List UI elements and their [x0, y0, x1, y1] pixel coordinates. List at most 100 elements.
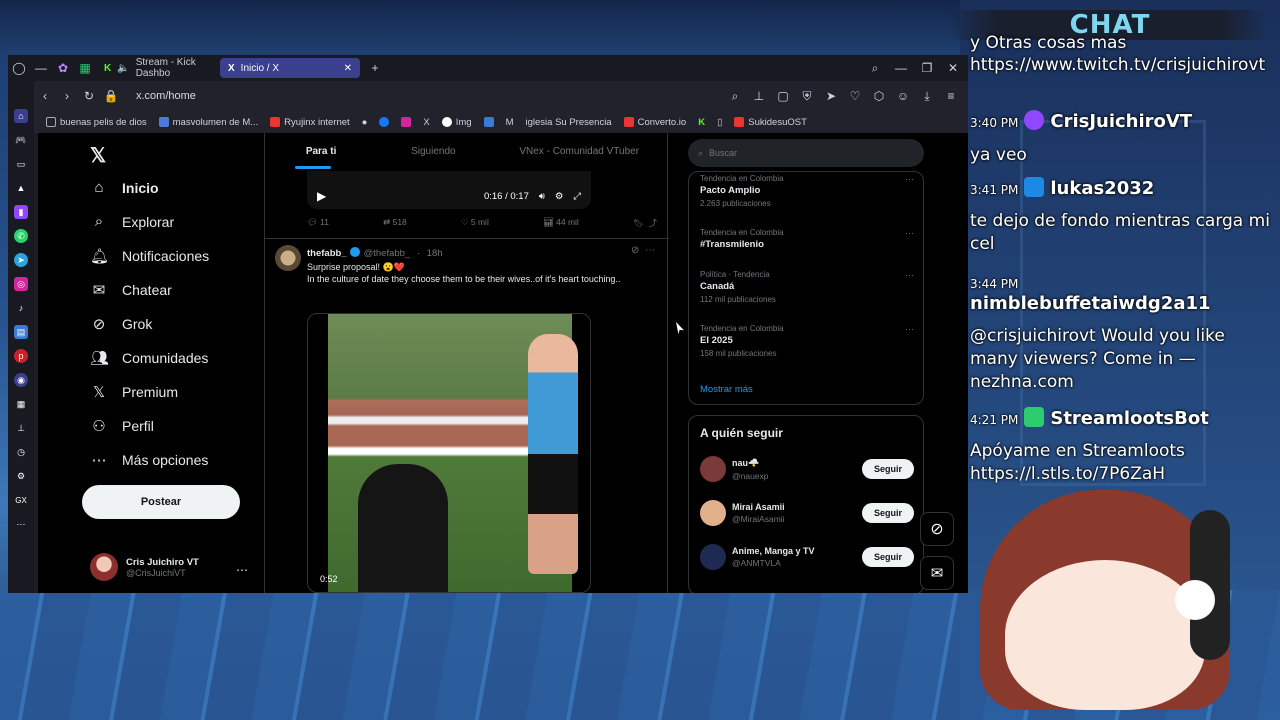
minimize-tabs-icon[interactable]: — [30, 57, 52, 79]
instagram-icon[interactable] [401, 117, 412, 127]
aria-icon[interactable]: ▲ [14, 181, 28, 195]
avatar-icon[interactable]: ☺ [892, 85, 914, 107]
gx-corner-icon[interactable]: GX [14, 493, 28, 507]
close-tab-icon[interactable]: ✕ [344, 63, 352, 74]
lock-icon[interactable]: 🔒 [100, 85, 122, 107]
trend-item[interactable]: Tendencia en Colombia El 2025 158 mil pu… [700, 324, 914, 358]
nav-item-mas-opciones[interactable]: ⋯ Más opciones [90, 451, 209, 469]
bookmark-item[interactable]: SukidesuOST [734, 117, 807, 128]
x-bookmark-icon[interactable]: X [423, 117, 429, 128]
gx-icon[interactable]: ▭ [14, 157, 28, 171]
pin-sidebar-icon[interactable]: ⊥ [14, 421, 28, 435]
tiktok-icon[interactable]: ♪ [14, 301, 28, 315]
tab-siguiendo[interactable]: Siguiendo [377, 133, 489, 169]
tab-x-home[interactable]: X Inicio / X ✕ [220, 58, 360, 78]
tweet-video[interactable]: 0:52 [307, 313, 591, 593]
nav-item-inicio[interactable]: ⌂ Inicio [90, 179, 158, 196]
follow-suggestion[interactable]: nau🌩️ @nauexp Seguir [700, 456, 914, 482]
more-tweet-icon[interactable]: ⋯ [645, 245, 655, 256]
spotify-icon[interactable]: ◉ [14, 373, 28, 387]
trend-item[interactable]: Tendencia en Colombia Pacto Amplio 2.263… [700, 174, 914, 208]
follow-suggestion[interactable]: Anime, Manga y TV @ANMTVLA Seguir [700, 544, 914, 570]
trend-item[interactable]: Política · Tendencia Canadá 112 mil publ… [700, 270, 914, 304]
gmail-icon[interactable]: M [506, 117, 514, 128]
bookmark-item[interactable]: Converto.io [623, 117, 686, 128]
trend-item[interactable]: Tendencia en Colombia #Transmilenio ⋯ [700, 228, 914, 250]
bookmark-item[interactable]: buenas pelis de dios [46, 117, 147, 128]
tab-kick-dashboard[interactable]: K 🔈 Stream - Kick Dashbo [96, 57, 216, 79]
follow-button[interactable]: Seguir [861, 503, 914, 523]
views-button[interactable]: 📊︎ 44 mil [543, 217, 579, 229]
tweet-author[interactable]: thefabb_ [307, 248, 347, 259]
home-sidebar-icon[interactable]: ⌂ [14, 109, 28, 123]
messages-float-icon[interactable]: ✉ [920, 556, 954, 590]
menu-icon[interactable]: ≡ [940, 85, 962, 107]
download-icon[interactable]: ⤓ [916, 85, 938, 107]
extensions-icon[interactable]: ⬡ [868, 85, 890, 107]
account-switcher[interactable]: Cris Juichiro VT @CrisJuichiVT [90, 553, 199, 581]
close-window-icon[interactable]: ✕ [942, 57, 964, 79]
gamepad-icon[interactable]: 🎮 [14, 133, 28, 147]
kick-bookmark-icon[interactable]: K [698, 117, 705, 128]
opera-logo-icon[interactable]: ◯ [8, 57, 30, 79]
nav-item-premium[interactable]: 𝕏 Premium [90, 383, 178, 401]
grok-float-icon[interactable]: ⊘ [920, 512, 954, 546]
grok-tweet-icon[interactable]: ⊘ [631, 245, 639, 256]
app-sidebar-icon[interactable]: ▤ [14, 325, 28, 339]
share-icon[interactable]: ➤ [820, 85, 842, 107]
grid-icon[interactable]: ▦ [14, 397, 28, 411]
nav-item-explorar[interactable]: ⌕ Explorar [90, 213, 174, 230]
search-input[interactable]: ⌕ Buscar [688, 139, 924, 167]
account-more-icon[interactable]: ⋯ [236, 563, 248, 577]
follow-suggestion[interactable]: Mirai Asamii @MiraiAsamii Seguir [700, 500, 914, 526]
repost-button[interactable]: ⇄ 518 [383, 217, 407, 229]
fullscreen-icon[interactable]: ⤢ [573, 191, 581, 202]
tweet-handle[interactable]: @thefabb_ [364, 248, 411, 259]
pinned-sheets-icon[interactable]: ▦ [74, 57, 96, 79]
zoom-icon[interactable]: ⌕ [724, 85, 746, 107]
post-button[interactable]: Postear [82, 485, 240, 519]
back-icon[interactable]: ‹ [34, 85, 56, 107]
mute-icon[interactable]: 🔈 [117, 63, 129, 74]
url-field[interactable]: x.com/home [136, 90, 196, 102]
snapshot-icon[interactable]: ▢ [772, 85, 794, 107]
tweet-avatar[interactable] [275, 245, 301, 271]
nav-item-comunidades[interactable]: 👥︎ Comunidades [90, 349, 208, 367]
page-icon[interactable]: ▯ [717, 117, 722, 128]
bookmark-item[interactable]: masvolumen de M... [158, 117, 258, 128]
instagram-sidebar-icon[interactable]: ◎ [14, 277, 28, 291]
x-home-logo-icon[interactable]: 𝕏 [90, 143, 106, 168]
nav-item-grok[interactable]: ⊘ Grok [90, 315, 153, 333]
heart-icon[interactable]: ♡ [844, 85, 866, 107]
new-tab-icon[interactable]: + [364, 57, 386, 79]
nav-item-perfil[interactable]: ⚇ Perfil [90, 417, 154, 435]
search-tabs-icon[interactable]: ⌕ [864, 57, 886, 79]
follow-button[interactable]: Seguir [861, 547, 914, 567]
pin-icon[interactable]: ⊥ [748, 85, 770, 107]
reload-icon[interactable]: ↻ [78, 85, 100, 107]
telegram-icon[interactable]: ➤ [14, 253, 28, 267]
video-player[interactable]: ▶ 0:16 / 0:17 🔊︎ ⚙ ⤢ [307, 171, 591, 209]
settings-icon[interactable]: ⚙ [14, 469, 28, 483]
facebook-icon[interactable] [379, 117, 390, 127]
more-trend-icon[interactable]: ⋯ [905, 174, 914, 185]
follow-button[interactable]: Seguir [861, 459, 914, 479]
twitch-icon[interactable]: ▮ [14, 205, 28, 219]
restore-window-icon[interactable]: ❐ [916, 57, 938, 79]
reply-button[interactable]: 💬︎ 11 [307, 217, 329, 229]
bookmark-tweet-icon[interactable]: 🔖︎ [633, 218, 644, 228]
share-tweet-icon[interactable]: ⤴ [648, 218, 657, 228]
pinterest-icon[interactable]: p [14, 349, 28, 363]
tab-vnex[interactable]: VNex - Comunidad VTuber [489, 133, 669, 169]
tab-para-ti[interactable]: Para ti [265, 133, 377, 169]
settings-gear-icon[interactable]: ⚙ [555, 191, 564, 202]
more-sidebar-icon[interactable]: ⋯ [14, 517, 28, 531]
more-trend-icon[interactable]: ⋯ [905, 228, 914, 239]
bookmark-item[interactable]: Img [441, 117, 472, 128]
more-trend-icon[interactable]: ⋯ [905, 270, 914, 281]
history-icon[interactable]: ◷ [14, 445, 28, 459]
like-button[interactable]: ♡ 5 mil [461, 217, 489, 229]
whatsapp-icon[interactable]: ✆ [14, 229, 28, 243]
nav-item-chatear[interactable]: ✉ Chatear [90, 281, 172, 299]
pinned-tab-icon[interactable]: ✿ [52, 57, 74, 79]
